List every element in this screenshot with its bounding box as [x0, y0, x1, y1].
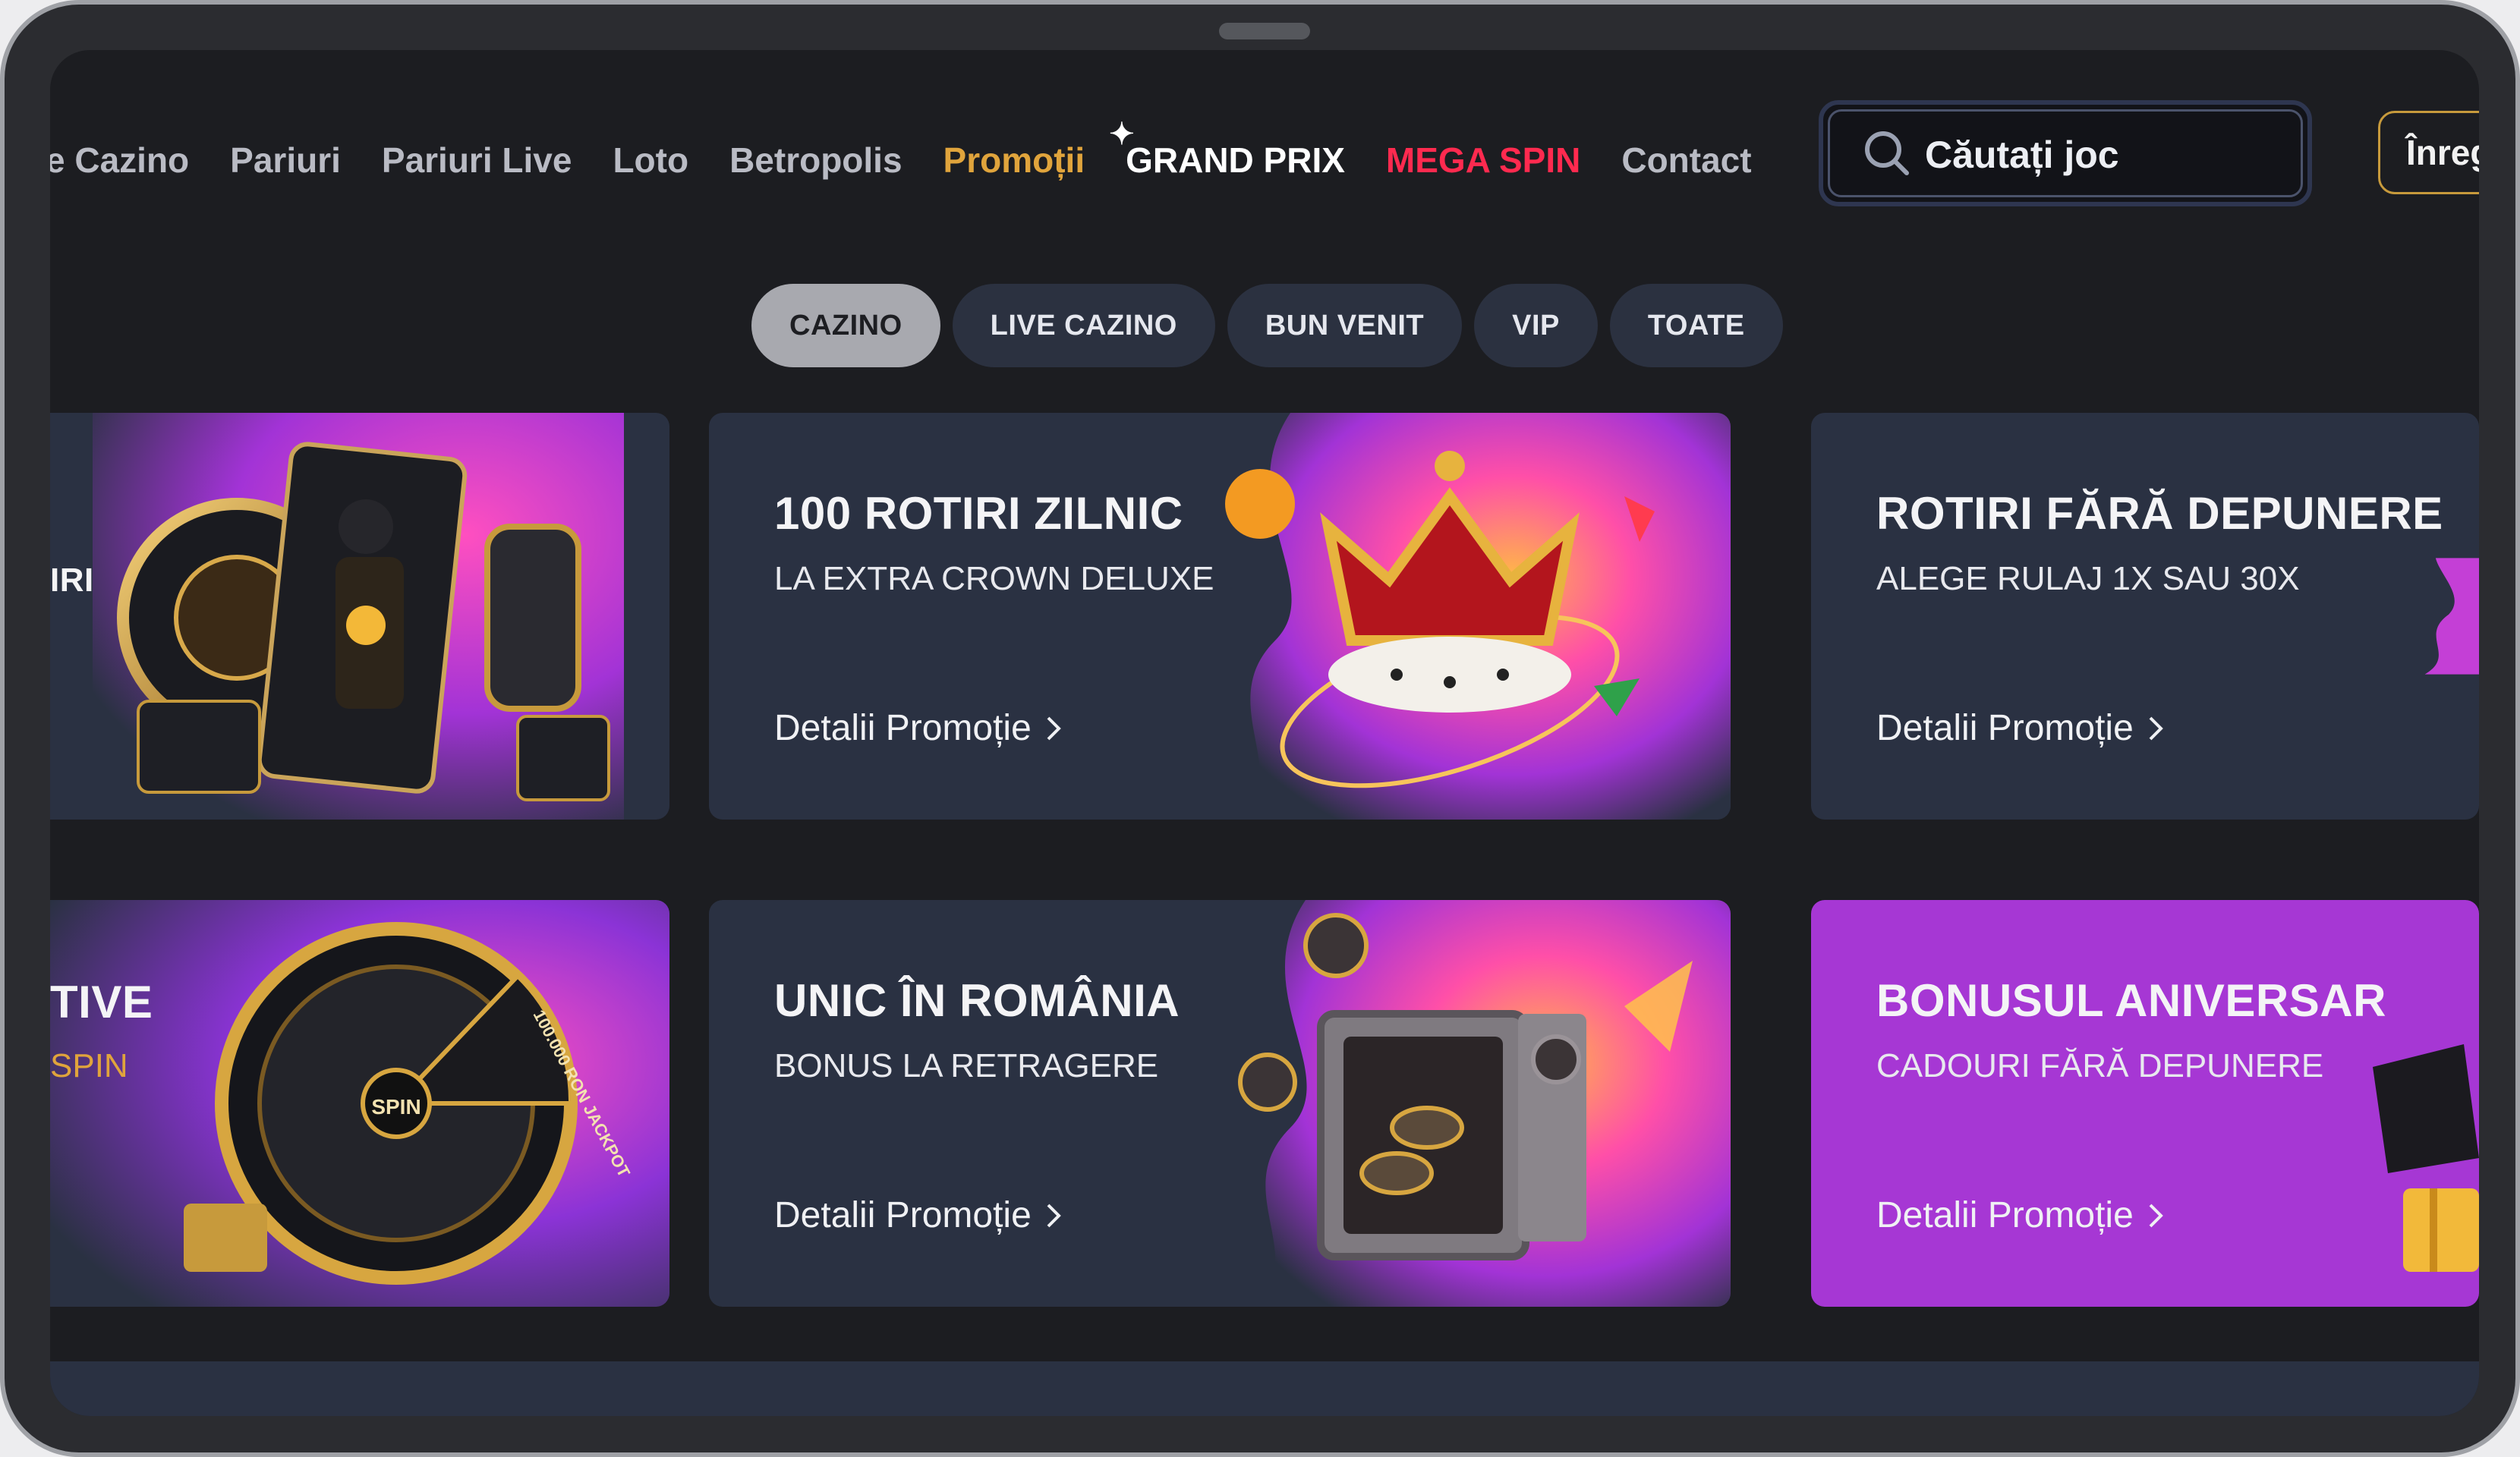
tab-vip[interactable]: VIP: [1474, 284, 1598, 367]
promo-details-link[interactable]: Detalii Promoție: [1876, 707, 2164, 749]
tablet-frame: e Cazino Pariuri Pariuri Live Loto Betro…: [0, 0, 2520, 1457]
chevron-right-icon: [2149, 716, 2163, 740]
nav-item-loto[interactable]: Loto: [613, 140, 688, 181]
search-box[interactable]: [1819, 100, 2312, 206]
nav-item-mega-spin[interactable]: MEGA SPIN: [1386, 140, 1580, 181]
tab-cazino[interactable]: CAZINO: [751, 284, 940, 367]
gift-bag-illustration: [2373, 1044, 2479, 1272]
spin-wheel-center-label: SPIN: [371, 1095, 421, 1119]
promo-card-subtitle: SPIN: [50, 1047, 128, 1084]
promo-details-link[interactable]: Detalii Promoție: [1876, 1194, 2164, 1236]
promo-details-label: Detalii Promoție: [1876, 708, 2134, 748]
tab-live-cazino[interactable]: LIVE CAZINO: [952, 284, 1215, 367]
promo-card-title: UNIC ÎN ROMÂNIA: [774, 975, 1180, 1026]
nav-item-pariuri[interactable]: Pariuri: [230, 140, 341, 181]
screen: e Cazino Pariuri Pariuri Live Loto Betro…: [50, 50, 2479, 1416]
tab-toate[interactable]: TOATE: [1609, 284, 1783, 367]
search-icon: [1865, 131, 1909, 175]
nav-item-contact[interactable]: Contact: [1621, 140, 1751, 181]
nav-item-grand-prix[interactable]: ✦ GRAND PRIX: [1109, 118, 1345, 181]
promo-details-label: Detalii Promoție: [774, 1195, 1032, 1235]
promo-card-title: BONUSUL ANIVERSAR: [1876, 975, 2386, 1026]
device-notch: [1219, 23, 1310, 39]
nav-item-grand-prix-label: GRAND PRIX: [1126, 140, 1345, 180]
promo-card-title: ROTIRI FĂRĂ DEPUNERE: [1876, 488, 2443, 539]
bottom-bar: [50, 1361, 2479, 1416]
promo-card-subtitle: LA EXTRA CROWN DELUXE: [774, 560, 1214, 597]
tab-bun-venit[interactable]: BUN VENIT: [1227, 284, 1463, 367]
promo-card-subtitle: ALEGE RULAJ 1X SAU 30X: [1876, 560, 2300, 597]
spin-wheel-illustration: SPIN 100.000 RON JACKPOT: [50, 900, 669, 1307]
crown-illustration: [1225, 413, 1731, 820]
main-nav: e Cazino Pariuri Pariuri Live Loto Betro…: [50, 118, 1793, 194]
sparkle-icon: ✦: [1109, 118, 1135, 151]
chevron-right-icon: [1047, 716, 1061, 740]
promo-details-label: Detalii Promoție: [774, 708, 1032, 748]
register-button[interactable]: Înreg: [2378, 111, 2479, 194]
gentleman-card-illustration: [93, 413, 624, 820]
nav-item-betropolis[interactable]: Betropolis: [729, 140, 902, 181]
promo-card-title: TIVE: [50, 977, 153, 1027]
chevron-right-icon: [2149, 1204, 2163, 1227]
promo-card-left-top[interactable]: IRI: [50, 413, 669, 820]
promo-art-partial: [2424, 558, 2479, 675]
promo-card-unic-in-romania[interactable]: UNIC ÎN ROMÂNIA BONUS LA RETRAGERE Detal…: [709, 900, 1731, 1307]
nav-item-promotii[interactable]: Promoții: [943, 140, 1085, 181]
promo-details-link[interactable]: Detalii Promoție: [774, 707, 1062, 749]
promo-card-title: 100 ROTIRI ZILNIC: [774, 488, 1183, 539]
promo-card-bonusul-aniversar[interactable]: BONUSUL ANIVERSAR CADOURI FĂRĂ DEPUNERE …: [1811, 900, 2479, 1307]
promo-details-label: Detalii Promoție: [1876, 1195, 2134, 1235]
search-input[interactable]: [1923, 127, 2276, 182]
promo-card-rotiri-fara-depunere[interactable]: ROTIRI FĂRĂ DEPUNERE ALEGE RULAJ 1X SAU …: [1811, 413, 2479, 820]
promo-card-100-rotiri[interactable]: 100 ROTIRI ZILNIC LA EXTRA CROWN DELUXE …: [709, 413, 1731, 820]
promo-category-tabs: CAZINO LIVE CAZINO BUN VENIT VIP TOATE: [751, 284, 1783, 367]
promo-card-left-bottom[interactable]: SPIN 100.000 RON JACKPOT TIVE SPIN: [50, 900, 669, 1307]
safe-illustration: [1238, 900, 1731, 1307]
promo-details-link[interactable]: Detalii Promoție: [774, 1194, 1062, 1236]
promo-card-subtitle: BONUS LA RETRAGERE: [774, 1047, 1159, 1084]
chevron-right-icon: [1047, 1204, 1061, 1227]
nav-item-pariuri-live[interactable]: Pariuri Live: [382, 140, 572, 181]
promo-card-subtitle: CADOURI FĂRĂ DEPUNERE: [1876, 1047, 2324, 1084]
nav-item-cazino[interactable]: e Cazino: [50, 140, 189, 181]
